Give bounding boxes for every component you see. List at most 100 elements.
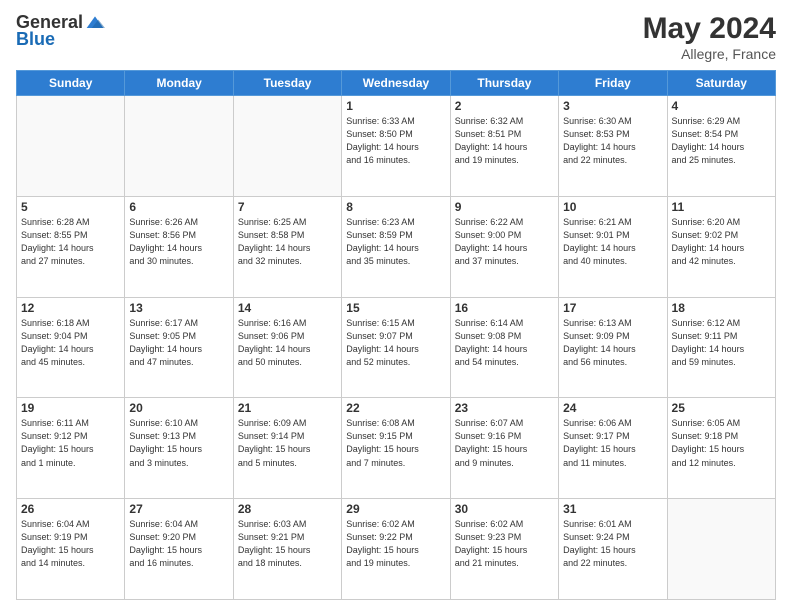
- day-number: 11: [672, 200, 771, 214]
- calendar-cell: [17, 96, 125, 197]
- day-info: Sunrise: 6:17 AM Sunset: 9:05 PM Dayligh…: [129, 317, 228, 369]
- day-number: 26: [21, 502, 120, 516]
- day-info: Sunrise: 6:13 AM Sunset: 9:09 PM Dayligh…: [563, 317, 662, 369]
- day-info: Sunrise: 6:08 AM Sunset: 9:15 PM Dayligh…: [346, 417, 445, 469]
- week-row-1: 1 Sunrise: 6:33 AM Sunset: 8:50 PM Daylig…: [17, 96, 776, 197]
- day-info: Sunrise: 6:21 AM Sunset: 9:01 PM Dayligh…: [563, 216, 662, 268]
- day-info: Sunrise: 6:12 AM Sunset: 9:11 PM Dayligh…: [672, 317, 771, 369]
- day-number: 9: [455, 200, 554, 214]
- weekday-header-saturday: Saturday: [667, 71, 775, 96]
- calendar-cell: 11 Sunrise: 6:20 AM Sunset: 9:02 PM Dayli…: [667, 196, 775, 297]
- weekday-header-tuesday: Tuesday: [233, 71, 341, 96]
- calendar-cell: 25Sunrise: 6:05 AM Sunset: 9:18 PM Dayli…: [667, 398, 775, 499]
- day-info: Sunrise: 6:25 AM Sunset: 8:58 PM Dayligh…: [238, 216, 337, 268]
- logo-blue: Blue: [16, 29, 55, 50]
- day-number: 30: [455, 502, 554, 516]
- day-info: Sunrise: 6:18 AM Sunset: 9:04 PM Dayligh…: [21, 317, 120, 369]
- day-number: 20: [129, 401, 228, 415]
- day-number: 18: [672, 301, 771, 315]
- day-number: 23: [455, 401, 554, 415]
- logo: General Blue: [16, 12, 105, 50]
- calendar-cell: [667, 499, 775, 600]
- title-area: May 2024 Allegre, France: [643, 12, 776, 62]
- day-number: 7: [238, 200, 337, 214]
- day-number: 6: [129, 200, 228, 214]
- day-number: 22: [346, 401, 445, 415]
- day-number: 13: [129, 301, 228, 315]
- day-number: 3: [563, 99, 662, 113]
- weekday-header-friday: Friday: [559, 71, 667, 96]
- calendar-cell: 28Sunrise: 6:03 AM Sunset: 9:21 PM Dayli…: [233, 499, 341, 600]
- day-info: Sunrise: 6:11 AM Sunset: 9:12 PM Dayligh…: [21, 417, 120, 469]
- day-info: Sunrise: 6:32 AM Sunset: 8:51 PM Dayligh…: [455, 115, 554, 167]
- header: General Blue May 2024 Allegre, France: [16, 12, 776, 62]
- calendar-cell: 21Sunrise: 6:09 AM Sunset: 9:14 PM Dayli…: [233, 398, 341, 499]
- day-info: Sunrise: 6:14 AM Sunset: 9:08 PM Dayligh…: [455, 317, 554, 369]
- day-number: 31: [563, 502, 662, 516]
- calendar-cell: 1 Sunrise: 6:33 AM Sunset: 8:50 PM Daylig…: [342, 96, 450, 197]
- day-info: Sunrise: 6:30 AM Sunset: 8:53 PM Dayligh…: [563, 115, 662, 167]
- day-number: 24: [563, 401, 662, 415]
- month-title: May 2024: [643, 12, 776, 46]
- calendar-cell: 9Sunrise: 6:22 AM Sunset: 9:00 PM Daylig…: [450, 196, 558, 297]
- day-number: 14: [238, 301, 337, 315]
- calendar-cell: 12 Sunrise: 6:18 AM Sunset: 9:04 PM Dayli…: [17, 297, 125, 398]
- logo-icon: [85, 13, 105, 33]
- calendar-table: SundayMondayTuesdayWednesdayThursdayFrid…: [16, 70, 776, 600]
- day-info: Sunrise: 6:28 AM Sunset: 8:55 PM Dayligh…: [21, 216, 120, 268]
- day-number: 8: [346, 200, 445, 214]
- day-number: 28: [238, 502, 337, 516]
- day-number: 25: [672, 401, 771, 415]
- day-number: 19: [21, 401, 120, 415]
- calendar-cell: 16 Sunrise: 6:14 AM Sunset: 9:08 PM Dayli…: [450, 297, 558, 398]
- calendar-cell: 7 Sunrise: 6:25 AM Sunset: 8:58 PM Daylig…: [233, 196, 341, 297]
- day-info: Sunrise: 6:16 AM Sunset: 9:06 PM Dayligh…: [238, 317, 337, 369]
- day-number: 1: [346, 99, 445, 113]
- location: Allegre, France: [643, 46, 776, 62]
- calendar-cell: 30 Sunrise: 6:02 AM Sunset: 9:23 PM Dayli…: [450, 499, 558, 600]
- day-info: Sunrise: 6:29 AM Sunset: 8:54 PM Dayligh…: [672, 115, 771, 167]
- day-info: Sunrise: 6:09 AM Sunset: 9:14 PM Dayligh…: [238, 417, 337, 469]
- week-row-3: 12 Sunrise: 6:18 AM Sunset: 9:04 PM Dayli…: [17, 297, 776, 398]
- day-info: Sunrise: 6:02 AM Sunset: 9:23 PM Dayligh…: [455, 518, 554, 570]
- calendar-cell: 18 Sunrise: 6:12 AM Sunset: 9:11 PM Dayli…: [667, 297, 775, 398]
- weekday-header-wednesday: Wednesday: [342, 71, 450, 96]
- calendar-cell: 24 Sunrise: 6:06 AM Sunset: 9:17 PM Dayli…: [559, 398, 667, 499]
- page: General Blue May 2024 Allegre, France Su…: [0, 0, 792, 612]
- day-info: Sunrise: 6:10 AM Sunset: 9:13 PM Dayligh…: [129, 417, 228, 469]
- weekday-header-thursday: Thursday: [450, 71, 558, 96]
- calendar-cell: 8Sunrise: 6:23 AM Sunset: 8:59 PM Daylig…: [342, 196, 450, 297]
- day-info: Sunrise: 6:07 AM Sunset: 9:16 PM Dayligh…: [455, 417, 554, 469]
- calendar-cell: 14 Sunrise: 6:16 AM Sunset: 9:06 PM Dayli…: [233, 297, 341, 398]
- calendar-cell: 13 Sunrise: 6:17 AM Sunset: 9:05 PM Dayli…: [125, 297, 233, 398]
- week-row-5: 26 Sunrise: 6:04 AM Sunset: 9:19 PM Dayli…: [17, 499, 776, 600]
- calendar-cell: 10Sunrise: 6:21 AM Sunset: 9:01 PM Dayli…: [559, 196, 667, 297]
- calendar-cell: 29Sunrise: 6:02 AM Sunset: 9:22 PM Dayli…: [342, 499, 450, 600]
- calendar-cell: 23 Sunrise: 6:07 AM Sunset: 9:16 PM Dayli…: [450, 398, 558, 499]
- calendar-cell: 15 Sunrise: 6:15 AM Sunset: 9:07 PM Dayli…: [342, 297, 450, 398]
- day-number: 16: [455, 301, 554, 315]
- day-info: Sunrise: 6:26 AM Sunset: 8:56 PM Dayligh…: [129, 216, 228, 268]
- week-row-2: 5 Sunrise: 6:28 AM Sunset: 8:55 PM Daylig…: [17, 196, 776, 297]
- day-number: 5: [21, 200, 120, 214]
- day-info: Sunrise: 6:20 AM Sunset: 9:02 PM Dayligh…: [672, 216, 771, 268]
- weekday-header-monday: Monday: [125, 71, 233, 96]
- calendar-cell: 22 Sunrise: 6:08 AM Sunset: 9:15 PM Dayli…: [342, 398, 450, 499]
- day-info: Sunrise: 6:04 AM Sunset: 9:19 PM Dayligh…: [21, 518, 120, 570]
- calendar-cell: 27Sunrise: 6:04 AM Sunset: 9:20 PM Dayli…: [125, 499, 233, 600]
- day-number: 15: [346, 301, 445, 315]
- week-row-4: 19 Sunrise: 6:11 AM Sunset: 9:12 PM Dayli…: [17, 398, 776, 499]
- day-info: Sunrise: 6:15 AM Sunset: 9:07 PM Dayligh…: [346, 317, 445, 369]
- day-number: 12: [21, 301, 120, 315]
- weekday-header-sunday: Sunday: [17, 71, 125, 96]
- day-number: 4: [672, 99, 771, 113]
- day-number: 29: [346, 502, 445, 516]
- day-number: 2: [455, 99, 554, 113]
- day-info: Sunrise: 6:33 AM Sunset: 8:50 PM Dayligh…: [346, 115, 445, 167]
- calendar-cell: 2 Sunrise: 6:32 AM Sunset: 8:51 PM Daylig…: [450, 96, 558, 197]
- day-info: Sunrise: 6:06 AM Sunset: 9:17 PM Dayligh…: [563, 417, 662, 469]
- day-info: Sunrise: 6:04 AM Sunset: 9:20 PM Dayligh…: [129, 518, 228, 570]
- day-info: Sunrise: 6:01 AM Sunset: 9:24 PM Dayligh…: [563, 518, 662, 570]
- calendar-cell: 26 Sunrise: 6:04 AM Sunset: 9:19 PM Dayli…: [17, 499, 125, 600]
- day-number: 17: [563, 301, 662, 315]
